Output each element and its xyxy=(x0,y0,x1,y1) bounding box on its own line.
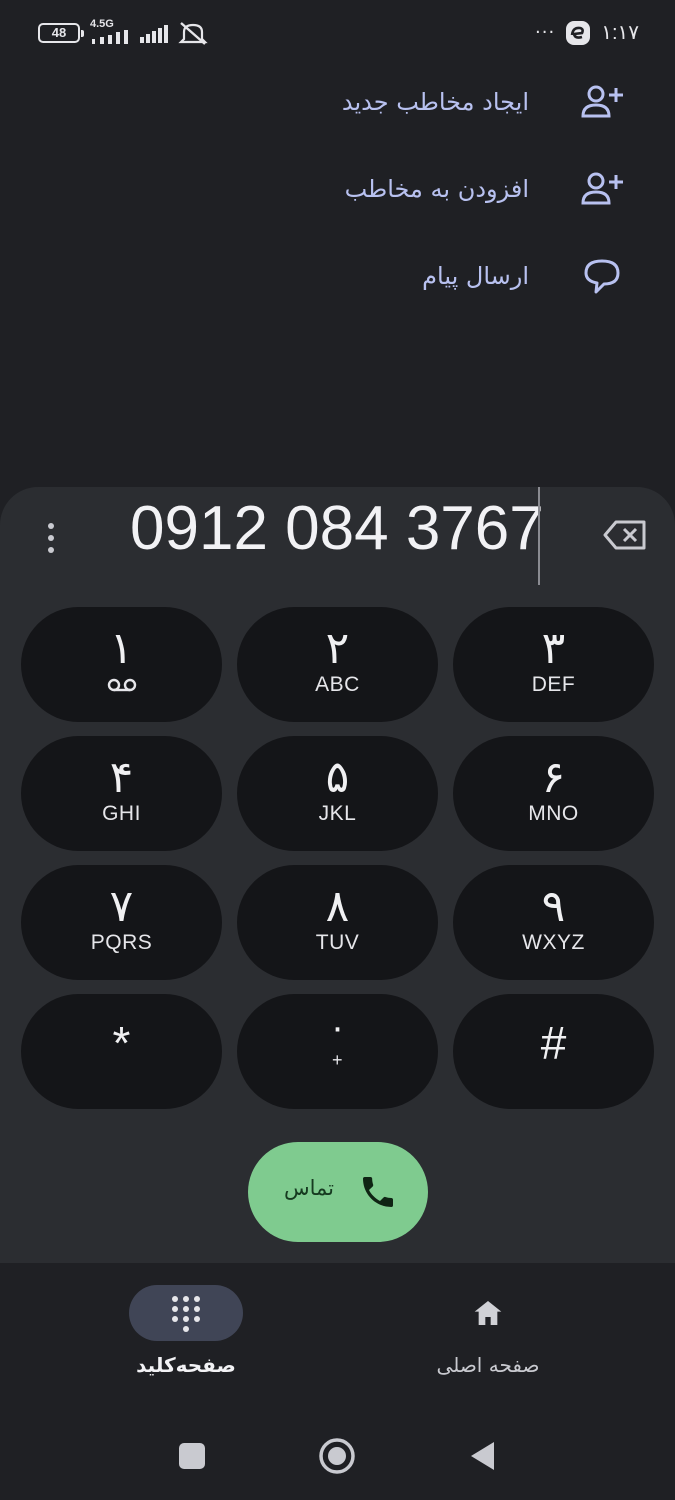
add-to-contact-action[interactable]: افزودن به مخاطب xyxy=(345,159,625,219)
key-9[interactable]: ۹ WXYZ xyxy=(453,865,654,980)
mute-icon xyxy=(178,22,208,45)
key-digit: ۲ xyxy=(325,623,350,674)
send-message-label: ارسال پیام xyxy=(422,262,529,290)
key-digit: ۶ xyxy=(541,752,566,803)
key-2[interactable]: ۲ ABC xyxy=(237,607,438,722)
clock: ۱:۱۷ xyxy=(601,22,639,44)
key-5[interactable]: ۵ JKL xyxy=(237,736,438,851)
call-label: تماس xyxy=(284,1176,335,1200)
battery-indicator: 48 xyxy=(38,23,84,43)
network-type: 4.5G xyxy=(90,18,114,30)
dialed-number[interactable]: 0912 084 3767 xyxy=(130,487,544,583)
key-digit: ۹ xyxy=(541,881,566,932)
voicemail-icon xyxy=(107,678,137,692)
more-options-icon[interactable] xyxy=(38,517,64,561)
key-8[interactable]: ۸ TUV xyxy=(237,865,438,980)
signal-icon-2 xyxy=(140,25,168,43)
key-3[interactable]: ۳ DEF xyxy=(453,607,654,722)
key-letters: TUV xyxy=(315,931,360,954)
call-button[interactable]: تماس xyxy=(248,1142,428,1242)
backspace-icon[interactable] xyxy=(602,517,648,553)
signal-icon xyxy=(92,30,128,44)
key-symbol: * xyxy=(112,1017,131,1069)
status-right: ··· ۱:۱۷ xyxy=(535,18,639,48)
recents-icon[interactable] xyxy=(172,1436,212,1476)
add-person-icon xyxy=(579,79,625,125)
key-hash[interactable]: # xyxy=(453,994,654,1109)
key-0[interactable]: ۰ + xyxy=(237,994,438,1109)
key-letters: + xyxy=(331,1050,343,1070)
key-1[interactable]: ۱ xyxy=(21,607,222,722)
key-digit: ۸ xyxy=(325,881,350,932)
key-symbol: # xyxy=(540,1017,567,1069)
key-digit: ۳ xyxy=(541,623,566,674)
key-letters: GHI xyxy=(102,802,141,825)
nav-home-label: صفحه اصلی xyxy=(436,1353,540,1377)
add-to-contact-label: افزودن به مخاطب xyxy=(344,175,529,203)
message-bubble-icon xyxy=(579,253,625,299)
nav-keypad-label: صفحه‌کلید xyxy=(136,1353,236,1377)
nav-keypad[interactable]: صفحه‌کلید xyxy=(86,1263,286,1400)
dialpad-icon xyxy=(172,1296,200,1332)
nav-home[interactable]: صفحه اصلی xyxy=(388,1263,588,1400)
key-digit: ۷ xyxy=(109,881,134,932)
key-digit: ۴ xyxy=(109,752,134,803)
key-letters: ABC xyxy=(315,673,360,696)
phone-icon xyxy=(363,1177,393,1207)
key-4[interactable]: ۴ GHI xyxy=(21,736,222,851)
back-icon[interactable] xyxy=(463,1436,503,1476)
key-star[interactable]: * xyxy=(21,994,222,1109)
bottom-navigation: صفحه‌کلید صفحه اصلی xyxy=(0,1263,675,1400)
system-navigation-bar xyxy=(0,1400,675,1500)
create-contact-label: ایجاد مخاطب جدید xyxy=(341,88,529,116)
text-cursor xyxy=(538,487,540,585)
send-message-action[interactable]: ارسال پیام xyxy=(422,246,625,306)
status-bar: 48 4.5G ··· ۱:۱۷ xyxy=(0,0,675,66)
key-digit: ۰ xyxy=(328,1008,347,1048)
key-letters: PQRS xyxy=(90,931,153,954)
key-7[interactable]: ۷ PQRS xyxy=(21,865,222,980)
home-button-icon[interactable] xyxy=(317,1436,357,1476)
add-person-icon xyxy=(579,166,625,212)
key-digit: ۵ xyxy=(325,752,350,803)
key-digit: ۱ xyxy=(109,623,134,674)
home-icon xyxy=(474,1301,502,1325)
create-contact-action[interactable]: ایجاد مخاطب جدید xyxy=(342,72,625,132)
overflow-dots: ··· xyxy=(535,22,556,43)
nav-active-indicator xyxy=(129,1285,243,1341)
key-letters: DEF xyxy=(531,673,576,696)
key-letters: JKL xyxy=(318,802,357,825)
key-6[interactable]: ۶ MNO xyxy=(453,736,654,851)
key-letters: WXYZ xyxy=(522,931,585,954)
app-notification-icon xyxy=(566,21,591,45)
key-letters: MNO xyxy=(528,802,579,825)
dialer-panel: 0912 084 3767 ۱ ۲ ABC ۳ DEF ۴ GHI ۵ JKL … xyxy=(0,487,675,1263)
screen: 48 4.5G ··· ۱:۱۷ ایجاد مخاطب جدید افزودن… xyxy=(0,0,675,1500)
